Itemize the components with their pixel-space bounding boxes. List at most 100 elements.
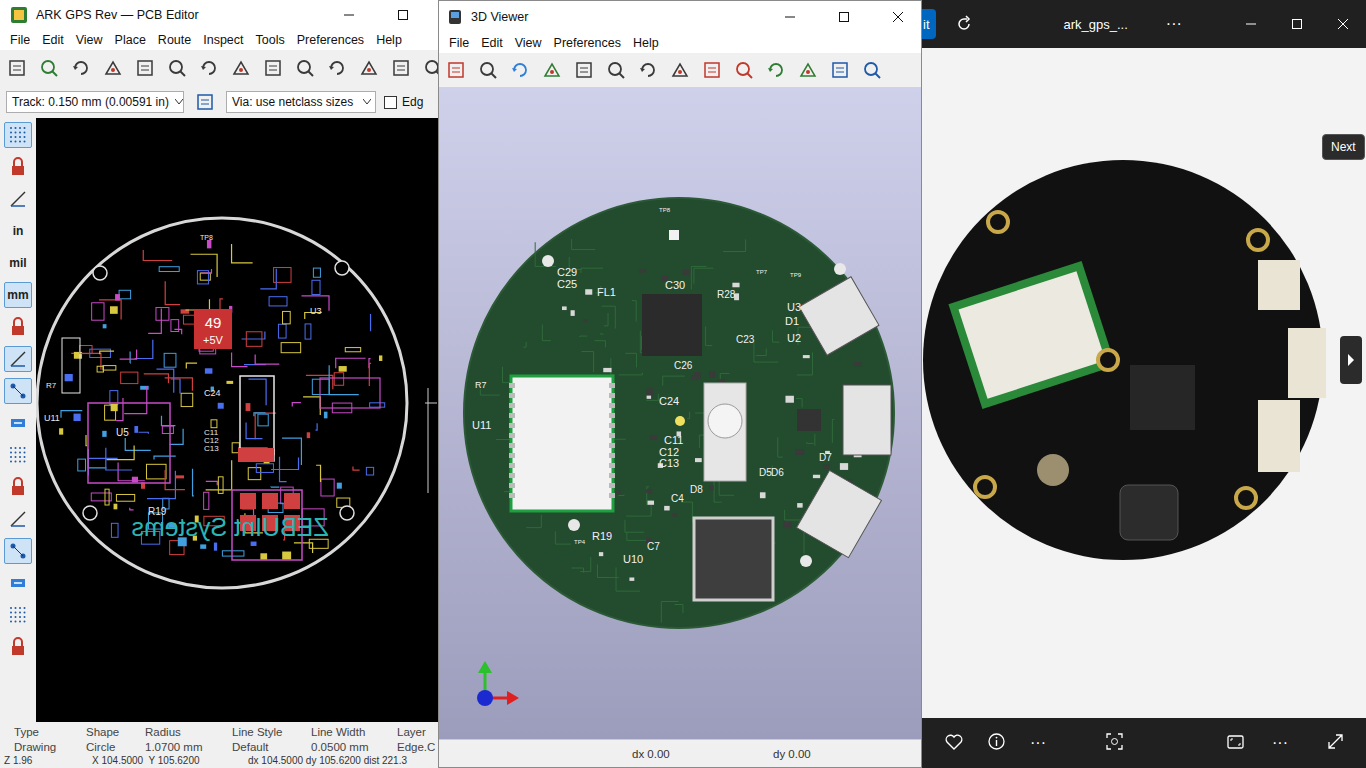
maximize-button[interactable] xyxy=(821,2,867,32)
viewer-tool-button[interactable] xyxy=(443,57,469,83)
toolbar-button[interactable] xyxy=(164,55,190,81)
menu-item[interactable]: File xyxy=(443,36,475,50)
toolbar-button[interactable] xyxy=(260,55,286,81)
menu-item[interactable]: Edit xyxy=(36,33,70,47)
status-field: Line Width0.0500 mm xyxy=(311,725,397,755)
left-tool[interactable]: mm xyxy=(4,282,32,308)
viewer-tool-icon xyxy=(574,60,594,80)
edit-button[interactable]: it xyxy=(921,9,936,39)
viewer-tool-button[interactable] xyxy=(699,57,725,83)
left-tool[interactable] xyxy=(4,602,32,628)
menu-item[interactable]: Help xyxy=(370,33,408,47)
left-tool[interactable] xyxy=(4,186,32,212)
fit-button[interactable] xyxy=(1227,735,1245,752)
viewer-tool-button[interactable] xyxy=(667,57,693,83)
toolbar-button[interactable] xyxy=(36,55,62,81)
minimize-button[interactable] xyxy=(1228,9,1274,39)
left-tool[interactable]: mil xyxy=(4,250,32,276)
layer-toggle[interactable]: Edg xyxy=(384,95,423,109)
maximize-button[interactable] xyxy=(1274,9,1320,39)
left-tool[interactable] xyxy=(4,538,32,564)
toolbar-icon xyxy=(103,58,123,78)
menu-item[interactable]: View xyxy=(509,36,548,50)
menu-item[interactable]: Help xyxy=(627,36,665,50)
toolbar-button[interactable] xyxy=(132,55,158,81)
menu-item[interactable]: Place xyxy=(109,33,152,47)
left-tool[interactable] xyxy=(4,378,32,404)
status-dy: dy 0.00 xyxy=(773,748,811,760)
viewer-tool-button[interactable] xyxy=(859,57,885,83)
viewer-tool-button[interactable] xyxy=(507,57,533,83)
left-tool[interactable] xyxy=(4,570,32,596)
toolbar-button[interactable] xyxy=(356,55,382,81)
layer-checkbox[interactable] xyxy=(384,96,397,109)
toolbar-button[interactable] xyxy=(68,55,94,81)
close-button[interactable] xyxy=(875,2,921,32)
tool-icon xyxy=(8,413,28,433)
via-size-select[interactable]: Via: use netclass sizes xyxy=(226,91,376,113)
minimize-button[interactable] xyxy=(767,2,813,32)
left-tool[interactable] xyxy=(4,314,32,340)
viewer-tool-button[interactable] xyxy=(603,57,629,83)
maximize-button[interactable] xyxy=(380,0,426,30)
3d-board-render[interactable]: TP8C29C25FL1C30R28TP7TP9U3D1U2C23C26R7U1… xyxy=(439,87,921,739)
more-button[interactable]: ··· xyxy=(1272,734,1288,752)
board-drawing[interactable]: 49+5VC24U5C11C12C13R19R7U11U3TP8ZEBUInt … xyxy=(36,118,480,720)
track-width-select[interactable]: Track: 0.150 mm (0.00591 in) xyxy=(6,91,184,113)
viewer-tool-button[interactable] xyxy=(571,57,597,83)
toolbar-button[interactable] xyxy=(292,55,318,81)
minimize-button[interactable] xyxy=(326,0,372,30)
close-button[interactable] xyxy=(1320,9,1366,39)
track-width-auto-button[interactable] xyxy=(192,89,218,115)
toolbar-button[interactable] xyxy=(196,55,222,81)
left-tool[interactable] xyxy=(4,442,32,468)
viewer-tool-button[interactable] xyxy=(475,57,501,83)
coordinate-readout: X 104.5000 Y 105.6200 xyxy=(92,755,248,767)
more-button[interactable]: ··· xyxy=(1166,15,1228,33)
viewer-tool-button[interactable] xyxy=(763,57,789,83)
workspace: in mil mm49+5VC24U5C11C12C13R19R7U11U3TP8Z… xyxy=(0,118,480,722)
left-tool[interactable] xyxy=(4,346,32,372)
left-tool[interactable] xyxy=(4,506,32,532)
chevron-down-icon xyxy=(363,99,371,105)
menu-item[interactable]: Preferences xyxy=(291,33,370,47)
viewer-tool-button[interactable] xyxy=(635,57,661,83)
maximize-icon xyxy=(838,11,850,23)
next-button[interactable] xyxy=(1340,336,1362,384)
toolbar-button[interactable] xyxy=(4,55,30,81)
toolbar-button[interactable] xyxy=(388,55,414,81)
menu-item[interactable]: Preferences xyxy=(548,36,627,50)
left-tool[interactable]: in xyxy=(4,218,32,244)
bottom-bar: ··· ··· xyxy=(921,718,1366,768)
left-tool[interactable] xyxy=(4,154,32,180)
component-label: C7 xyxy=(647,541,660,552)
visual-search-button[interactable] xyxy=(1106,733,1124,753)
viewer-tool-button[interactable] xyxy=(827,57,853,83)
menu-item[interactable]: Route xyxy=(152,33,197,47)
info-button[interactable] xyxy=(988,733,1006,753)
toolbar-button[interactable] xyxy=(228,55,254,81)
3d-canvas[interactable]: TP8C29C25FL1C30R28TP7TP9U3D1U2C23C26R7U1… xyxy=(439,87,921,739)
toolbar-icon xyxy=(167,58,187,78)
menu-item[interactable]: File xyxy=(4,33,36,47)
left-tool[interactable] xyxy=(4,474,32,500)
menu-item[interactable]: Inspect xyxy=(197,33,249,47)
left-tool[interactable] xyxy=(4,634,32,660)
toolbar-button[interactable] xyxy=(324,55,350,81)
viewer-tool-button[interactable] xyxy=(795,57,821,83)
rotate-button[interactable] xyxy=(952,15,976,33)
more-button[interactable]: ··· xyxy=(1030,734,1046,752)
status-label: Radius xyxy=(145,725,232,740)
menu-item[interactable]: Edit xyxy=(475,36,509,50)
menu-item[interactable]: Tools xyxy=(250,33,291,47)
toolbar-button[interactable] xyxy=(100,55,126,81)
menu-item[interactable]: View xyxy=(70,33,109,47)
expand-button[interactable] xyxy=(1328,734,1346,752)
viewer-tool-button[interactable] xyxy=(539,57,565,83)
viewer-tool-button[interactable] xyxy=(731,57,757,83)
left-tool[interactable] xyxy=(4,122,32,148)
left-tool[interactable] xyxy=(4,410,32,436)
info-icon xyxy=(988,733,1005,750)
pcb-canvas[interactable]: 49+5VC24U5C11C12C13R19R7U11U3TP8ZEBUInt … xyxy=(36,118,480,722)
favorite-button[interactable] xyxy=(945,734,963,753)
